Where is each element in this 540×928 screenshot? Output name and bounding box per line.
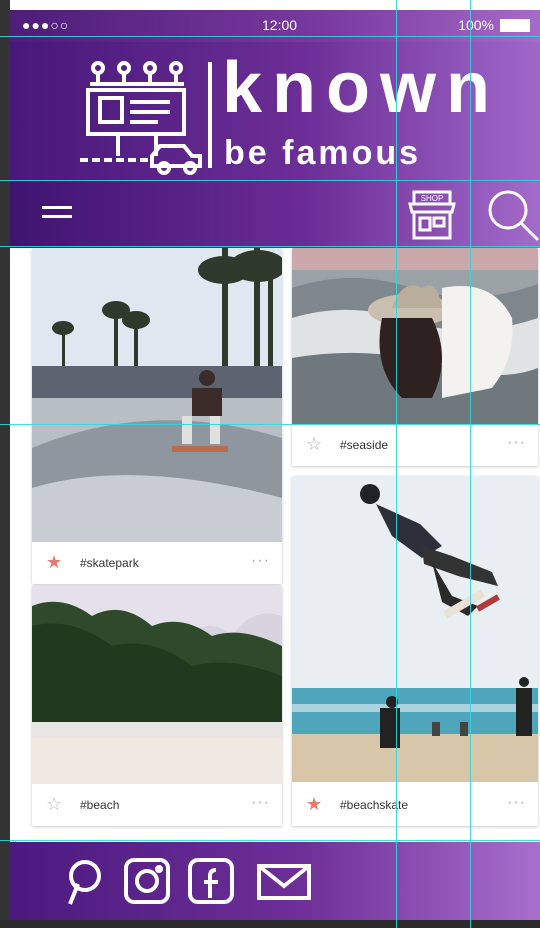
shop-icon[interactable]: SHOP [408, 190, 456, 240]
post-card[interactable]: ☆ #seaside ··· [292, 248, 538, 466]
post-hashtag[interactable]: #skatepark [80, 556, 139, 570]
brand-divider [208, 62, 212, 168]
mail-icon[interactable] [256, 856, 312, 906]
battery-icon [500, 18, 530, 32]
beach-photo[interactable] [32, 586, 282, 784]
menu-icon[interactable] [42, 200, 72, 226]
star-outline-icon[interactable]: ☆ [46, 795, 62, 813]
star-icon[interactable]: ★ [46, 553, 62, 571]
brand-subtitle: be famous [224, 134, 422, 172]
post-card[interactable]: ★ #skatepark ··· [32, 248, 282, 584]
instagram-icon[interactable] [122, 856, 172, 906]
post-meta: ★ #beachskate ··· [292, 784, 538, 826]
post-meta: ☆ #beach ··· [32, 784, 282, 826]
post-hashtag[interactable]: #seaside [340, 438, 388, 452]
post-meta: ☆ #seaside ··· [292, 424, 538, 466]
bottom-edge [0, 920, 540, 928]
search-icon[interactable] [486, 188, 540, 242]
guide-line [0, 180, 540, 181]
app-screen: ●●●○○ 12:00 100% known be famous SHOP ★ … [0, 0, 540, 928]
post-hashtag[interactable]: #beachskate [340, 798, 408, 812]
billboard-logo-icon [80, 61, 202, 175]
facebook-icon[interactable] [186, 856, 236, 906]
seaside-photo[interactable] [292, 248, 538, 424]
more-options-icon[interactable]: ··· [507, 794, 526, 812]
social-footer [10, 842, 540, 920]
more-options-icon[interactable]: ··· [251, 552, 270, 570]
star-outline-icon[interactable]: ☆ [306, 435, 322, 453]
battery-indicator: 100% [458, 17, 530, 33]
status-bar: ●●●○○ 12:00 100% [10, 10, 540, 42]
post-meta: ★ #skatepark ··· [32, 542, 282, 584]
brand-header: known be famous [10, 42, 540, 182]
pinterest-icon[interactable] [58, 856, 108, 906]
guide-line [470, 0, 471, 928]
skatepark-photo[interactable] [32, 248, 282, 542]
star-icon[interactable]: ★ [306, 795, 322, 813]
status-time: 12:00 [262, 17, 298, 33]
post-card[interactable]: ☆ #beach ··· [32, 586, 282, 826]
battery-percent: 100% [458, 17, 494, 33]
post-card[interactable]: ★ #beachskate ··· [292, 476, 538, 826]
more-options-icon[interactable]: ··· [507, 434, 526, 452]
brand-title: known [222, 48, 500, 128]
guide-line [0, 246, 540, 247]
guide-line [0, 840, 540, 841]
beachskate-photo[interactable] [292, 476, 538, 782]
post-hashtag[interactable]: #beach [80, 798, 119, 812]
more-options-icon[interactable]: ··· [251, 794, 270, 812]
signal-indicator: ●●●○○ [22, 17, 70, 33]
guide-line [0, 36, 540, 37]
left-edge [0, 0, 10, 928]
photo-feed: ★ #skatepark ··· ☆ #beach ··· ☆ #seaside… [10, 248, 540, 842]
guide-line [396, 0, 397, 928]
guide-line [0, 424, 540, 425]
top-toolbar: SHOP [10, 182, 540, 248]
shop-icon-label: SHOP [421, 194, 444, 203]
